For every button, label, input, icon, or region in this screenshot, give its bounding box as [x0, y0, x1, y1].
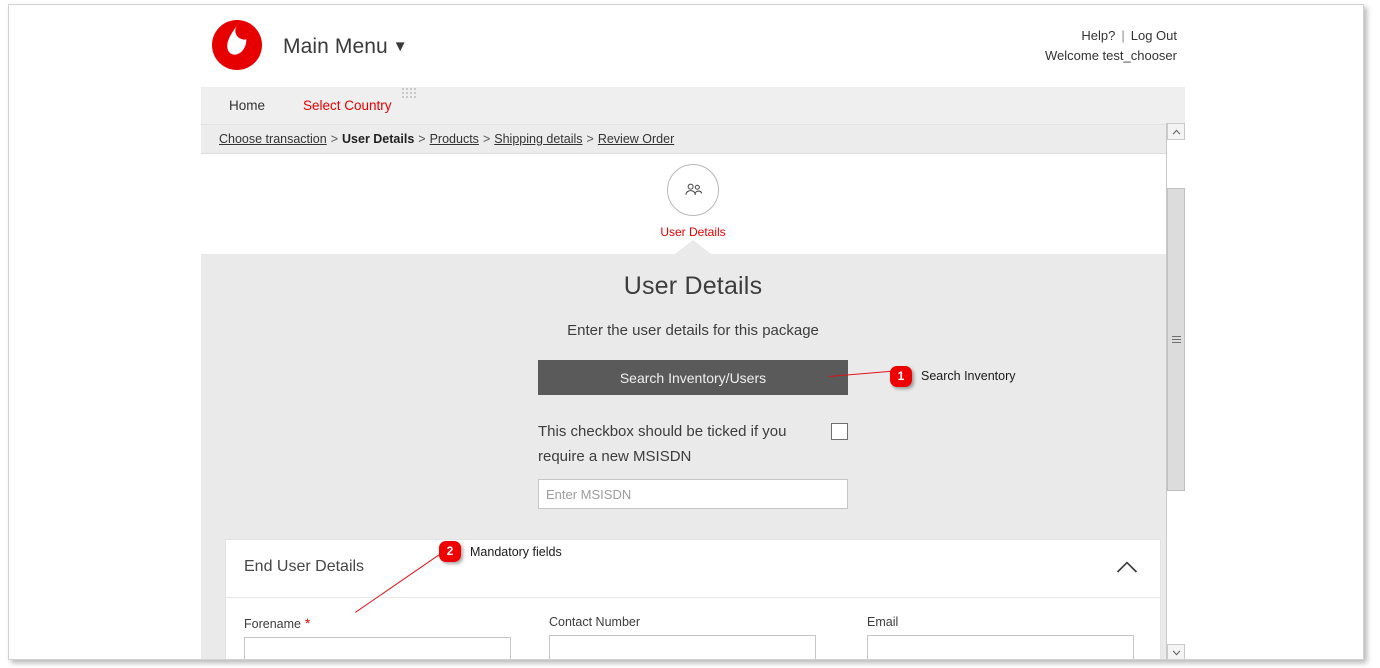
annotation-2-leader-line: [355, 552, 443, 613]
annotation-2-badge: 2: [439, 541, 461, 562]
annotation-2-text: Mandatory fields: [470, 545, 562, 559]
annotation-1: 1 Search Inventory 2 Mandatory fields: [9, 5, 1363, 659]
annotation-1-text: Search Inventory: [921, 369, 1016, 383]
browser-frame: Main Menu ▼ Help? | Log Out Welcome test_ch…: [8, 4, 1364, 660]
annotation-1-badge: 1: [890, 366, 912, 387]
